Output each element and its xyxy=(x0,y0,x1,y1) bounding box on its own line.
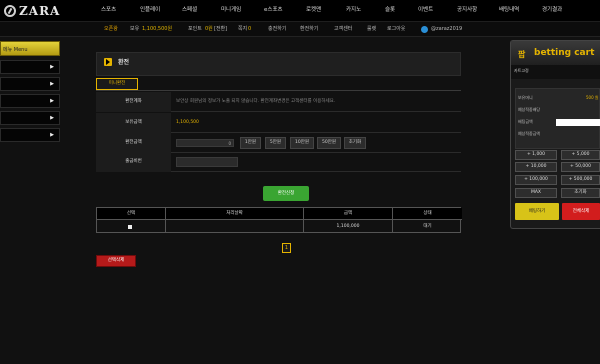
cart-win-amount-label: 예상적중금액 xyxy=(518,131,541,136)
nav-item-bet-history[interactable]: 배팅내역 xyxy=(499,5,519,17)
balance-label: 보유금액 xyxy=(96,113,171,133)
cart-bet-amount-label: 배팅금액 xyxy=(518,119,533,124)
withdraw-amount-input[interactable]: 0 xyxy=(176,139,234,147)
brand-name: ZARA xyxy=(19,4,61,18)
row-checkbox[interactable] xyxy=(128,225,132,229)
add-100k-button[interactable]: 10만원 xyxy=(290,137,314,149)
delete-selected-button[interactable]: 선택삭제 xyxy=(96,255,136,267)
chip-500000-button[interactable]: + 500,000 xyxy=(561,175,600,185)
deposit-link[interactable]: 충전하기 xyxy=(268,25,286,34)
withdraw-history-table: 선택 처리날짜 금액 상태 1,100,000 대기 xyxy=(96,207,462,233)
logout-link[interactable]: 로그아웃 xyxy=(387,25,405,34)
arrow-right-icon: ▶ xyxy=(50,115,54,121)
username: 오픈왕 xyxy=(104,26,118,32)
cart-balance-label: 보유머니 xyxy=(518,95,533,100)
roulette-link[interactable]: 룰렛 xyxy=(367,25,376,34)
cart-pin-toggle[interactable]: 카트고정 xyxy=(511,65,600,79)
arrow-right-icon: ▶ xyxy=(50,132,54,138)
top-nav: ZARA 스포츠 인플레이 스페셜 미니게임 e스포츠 로켓맨 카지노 슬롯 이… xyxy=(0,0,600,22)
tab-mini-withdraw[interactable]: 미니환전 xyxy=(96,78,138,90)
col-date: 처리날짜 xyxy=(166,208,304,220)
point-amount: 0원 xyxy=(205,26,213,32)
amount-label: 환전금액 xyxy=(96,133,171,153)
chip-50000-button[interactable]: + 50,000 xyxy=(561,162,600,172)
holding-amount: 1,100,500원 xyxy=(142,26,173,32)
nav-item-special[interactable]: 스페셜 xyxy=(182,5,197,17)
add-50k-button[interactable]: 5만원 xyxy=(265,137,286,149)
chip-100000-button[interactable]: + 100,000 xyxy=(515,175,557,185)
cart-balance-value: 500 원 xyxy=(586,95,599,100)
withdraw-link[interactable]: 환전하기 xyxy=(300,25,318,34)
cart-icon: 팝 xyxy=(518,50,526,59)
nav-item-event[interactable]: 이벤트 xyxy=(418,5,433,17)
tab-divider xyxy=(96,90,461,91)
row-date xyxy=(166,220,304,233)
col-amount: 금액 xyxy=(304,208,393,220)
page-1-button[interactable]: 1 xyxy=(282,243,291,253)
cart-bet-amount-input[interactable] xyxy=(556,119,600,126)
notes-label[interactable]: 쪽지 xyxy=(238,25,247,34)
clear-cart-button[interactable]: 전체삭제 xyxy=(562,203,600,220)
form-row-balance: 보유금액 1,100,500 xyxy=(96,113,461,133)
nav-item-casino[interactable]: 카지노 xyxy=(346,5,361,17)
side-menu-item[interactable]: ▶ xyxy=(0,94,60,108)
support-link[interactable]: 고객센터 xyxy=(334,25,352,34)
reset-amount-button[interactable]: 초기화 xyxy=(344,137,366,149)
form-row-password: 출금비번 xyxy=(96,152,461,172)
telegram-icon[interactable] xyxy=(421,26,428,33)
col-select: 선택 xyxy=(97,208,166,220)
point-convert-link[interactable]: [전환] xyxy=(214,25,227,34)
col-status: 상태 xyxy=(393,208,462,220)
nav-item-esports[interactable]: e스포츠 xyxy=(264,5,283,17)
brand-logo[interactable]: ZARA xyxy=(4,3,60,19)
withdraw-apply-button[interactable]: 환전신청 xyxy=(263,186,309,201)
side-menu-item[interactable]: ▶ xyxy=(0,128,60,142)
place-bet-button[interactable]: 배팅하기 xyxy=(515,203,559,220)
nav-item-results[interactable]: 경기결과 xyxy=(542,5,562,17)
cart-odds-label: 예상적중배당 xyxy=(518,107,541,112)
arrow-right-icon: ▶ xyxy=(50,98,54,104)
side-menu-item[interactable]: ▶ xyxy=(0,111,60,125)
add-500k-button[interactable]: 50만원 xyxy=(317,137,341,149)
form-row-account: 환전계좌 보안상 회원님의 정보가 노출 되지 않습니다. 환전계좌변경은 고객… xyxy=(96,92,461,112)
row-amount: 1,100,000 xyxy=(304,220,393,233)
nav-item-inplay[interactable]: 인플레이 xyxy=(140,5,160,17)
bank-password-label: 출금비번 xyxy=(96,152,171,172)
chip-5000-button[interactable]: + 5,000 xyxy=(561,150,600,160)
chip-reset-button[interactable]: 초기화 xyxy=(561,188,600,198)
holding-label: 보유 xyxy=(130,26,140,32)
point-label: 포인트 xyxy=(188,26,202,32)
nav-item-slot[interactable]: 슬롯 xyxy=(385,5,395,17)
cart-title: betting cart xyxy=(534,48,595,58)
row-status: 대기 xyxy=(423,224,432,229)
side-menu-item[interactable]: ▶ xyxy=(0,77,60,91)
arrow-right-icon: ▶ xyxy=(50,64,54,70)
play-icon xyxy=(104,58,112,66)
bank-password-input[interactable] xyxy=(176,157,238,167)
arrow-right-icon: ▶ xyxy=(50,81,54,87)
logo-icon xyxy=(4,5,16,17)
side-menu-item[interactable]: ▶ xyxy=(0,60,60,74)
account-label: 환전계좌 xyxy=(96,92,171,112)
telegram-id[interactable]: @zaraz2019 xyxy=(431,25,462,34)
side-menu-header[interactable]: 메뉴 Menu xyxy=(0,41,60,56)
add-10k-button[interactable]: 1만원 xyxy=(240,137,261,149)
nav-item-notice[interactable]: 공지사항 xyxy=(457,5,477,17)
balance-value: 1,100,500 xyxy=(176,120,199,125)
notes-count: 0 xyxy=(248,26,252,32)
page-header xyxy=(96,52,461,76)
chip-max-button[interactable]: MAX xyxy=(515,188,557,198)
page-title: 환전 xyxy=(118,59,130,66)
chip-10000-button[interactable]: + 10,000 xyxy=(515,162,557,172)
nav-item-rocketman[interactable]: 로켓맨 xyxy=(306,5,321,17)
nav-item-minigame[interactable]: 미니게임 xyxy=(221,5,241,17)
account-notice: 보안상 회원님의 정보가 노출 되지 않습니다. 환전계좌변경은 고객센터를 이… xyxy=(176,99,336,104)
chip-1000-button[interactable]: + 1,000 xyxy=(515,150,557,160)
nav-item-sports[interactable]: 스포츠 xyxy=(101,5,116,17)
